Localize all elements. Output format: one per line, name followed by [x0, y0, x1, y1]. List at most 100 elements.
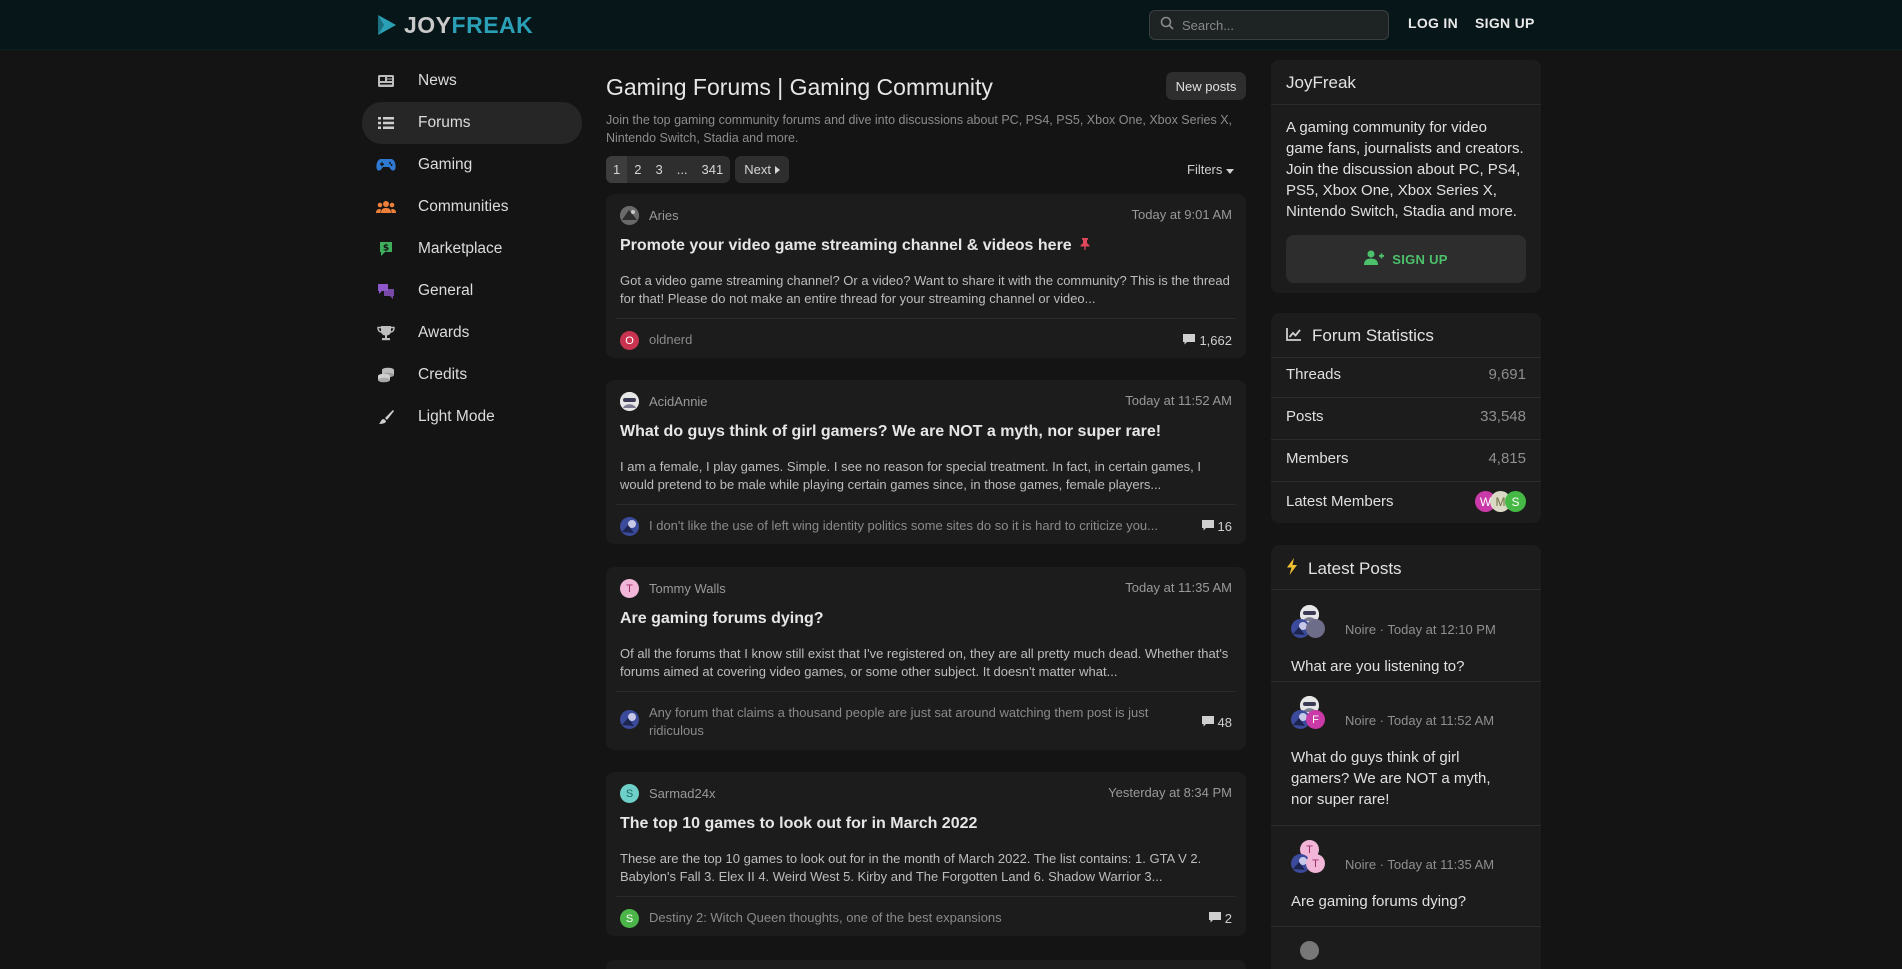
latest-post-meta[interactable]: Noire · Today at 12:10 PM — [1345, 622, 1496, 637]
latest-post-avatars: F — [1291, 696, 1327, 732]
new-posts-button[interactable]: New posts — [1166, 72, 1246, 100]
thread-snippet: Got a video game streaming channel? Or a… — [620, 273, 1230, 306]
reply-count: 16 — [1217, 519, 1232, 534]
thread-author[interactable]: Aries — [649, 208, 679, 223]
thread-time[interactable]: Today at 11:52 AM — [1125, 393, 1232, 408]
thread-item[interactable]: AcidAnnie Today at 11:52 AM What do guys… — [606, 380, 1246, 544]
latest-members-avatars: W M S — [1475, 491, 1526, 512]
filters-dropdown[interactable]: Filters — [1187, 162, 1235, 177]
avatar[interactable] — [620, 392, 639, 411]
avatar[interactable] — [620, 710, 639, 729]
login-link[interactable]: LOG IN — [1408, 15, 1458, 31]
thread-time[interactable]: Yesterday at 8:34 PM — [1108, 785, 1232, 800]
latest-post-title[interactable]: What are you listening to? — [1291, 656, 1516, 677]
latest-post-title[interactable]: What do guys think of girl gamers? We ar… — [1291, 747, 1516, 810]
user-plus-icon — [1364, 250, 1385, 268]
thread-time[interactable]: Today at 9:01 AM — [1132, 207, 1232, 222]
divider — [616, 504, 1236, 505]
avatar[interactable]: S — [1505, 491, 1526, 512]
thread-title[interactable]: What do guys think of girl gamers? We ar… — [620, 423, 1161, 441]
comment-icon — [1208, 911, 1221, 926]
top-bar: JOYFREAK LOG IN SIGN UP — [0, 0, 1902, 50]
thread-time[interactable]: Today at 11:35 AM — [1125, 580, 1232, 595]
sidebar-item-label: Credits — [418, 366, 468, 383]
sidebar-item-gaming[interactable]: Gaming — [362, 144, 582, 186]
sidebar-item-news[interactable]: News — [362, 60, 582, 102]
caret-right-icon — [774, 162, 780, 177]
thread-item[interactable]: S Sarmad24x Yesterday at 8:34 PM The top… — [606, 772, 1246, 936]
divider — [616, 896, 1236, 897]
thread-author[interactable]: AcidAnnie — [649, 394, 708, 409]
sidebar-item-communities[interactable]: Communities — [362, 186, 582, 228]
thread-item[interactable]: Aries Today at 9:01 AM Promote your vide… — [606, 194, 1246, 358]
thread-title[interactable]: Promote your video game streaming channe… — [620, 237, 1072, 255]
thread-title[interactable]: The top 10 games to look out for in Marc… — [620, 815, 977, 833]
next-label: Next — [744, 162, 771, 177]
avatar[interactable]: O — [620, 331, 639, 350]
avatar[interactable] — [620, 517, 639, 536]
latest-post-meta[interactable]: Noire · Today at 11:52 AM — [1345, 713, 1494, 728]
thread-author[interactable]: Sarmad24x — [649, 786, 715, 801]
sidebar-item-forums[interactable]: Forums — [362, 102, 582, 144]
reply-count: 2 — [1224, 911, 1232, 926]
avatar[interactable]: S — [620, 784, 639, 803]
avatar[interactable] — [1300, 941, 1319, 960]
sidebar-item-marketplace[interactable]: $ Marketplace — [362, 228, 582, 270]
sidebar-item-label: Gaming — [418, 156, 473, 173]
next-page-button[interactable]: Next — [735, 156, 789, 183]
thread-title[interactable]: Are gaming forums dying? — [620, 610, 824, 628]
avatar[interactable]: T — [620, 579, 639, 598]
sidebar-item-credits[interactable]: Credits — [362, 354, 582, 396]
page-description: Join the top gaming community forums and… — [606, 113, 1233, 145]
sidebar-item-general[interactable]: General — [362, 270, 582, 312]
last-post-text[interactable]: oldnerd — [649, 331, 1169, 349]
latest-post-avatars: T T — [1291, 840, 1327, 876]
sidebar-item-label: Communities — [418, 198, 509, 215]
thread-item[interactable] — [606, 960, 1246, 969]
latest-post-meta[interactable]: Noire · Today at 11:35 AM — [1345, 857, 1494, 872]
avatar[interactable]: S — [620, 909, 639, 928]
stat-label: Latest Members — [1286, 493, 1394, 510]
divider — [1271, 439, 1541, 440]
latest-post-title[interactable]: Are gaming forums dying? — [1291, 891, 1516, 912]
last-post-text[interactable]: Any forum that claims a thousand people … — [649, 704, 1169, 740]
comment-icon — [1201, 715, 1214, 730]
caret-down-icon — [1226, 162, 1235, 177]
divider — [1271, 104, 1541, 105]
signup-link[interactable]: SIGN UP — [1475, 15, 1535, 31]
stat-value: 33,548 — [1480, 408, 1526, 425]
coins-icon — [376, 365, 396, 385]
stat-label: Threads — [1286, 366, 1342, 383]
sidebar-item-label: Light Mode — [418, 408, 495, 425]
page-link-3[interactable]: 3 — [648, 156, 669, 183]
logo[interactable]: JOYFREAK — [376, 10, 533, 40]
page-link-1[interactable]: 1 — [606, 156, 628, 183]
divider — [1271, 589, 1541, 590]
last-post-text[interactable]: Destiny 2: Witch Queen thoughts, one of … — [649, 909, 1169, 927]
comment-icon — [1201, 519, 1214, 534]
thread-author[interactable]: Tommy Walls — [649, 581, 726, 596]
sidebar-item-label: Awards — [418, 324, 470, 341]
sidebar-signup-button[interactable]: SIGN UP — [1286, 235, 1526, 283]
thread-snippet: I am a female, I play games. Simple. I s… — [620, 459, 1201, 492]
divider — [616, 318, 1236, 319]
bolt-icon — [1286, 558, 1298, 580]
thread-item[interactable]: T Tommy Walls Today at 11:35 AM Are gami… — [606, 567, 1246, 750]
search-box[interactable] — [1149, 10, 1389, 40]
divider — [1271, 357, 1541, 358]
stat-value: 4,815 — [1488, 450, 1526, 467]
sidebar-item-label: General — [418, 282, 474, 299]
page-link-2[interactable]: 2 — [627, 156, 648, 183]
sidebar-item-awards[interactable]: Awards — [362, 312, 582, 354]
sidebar-item-light-mode[interactable]: Light Mode — [362, 396, 582, 438]
avatar[interactable] — [1306, 619, 1325, 638]
last-post-text[interactable]: I don't like the use of left wing identi… — [649, 517, 1169, 535]
chart-line-icon — [1286, 326, 1302, 346]
page-link-last[interactable]: 341 — [695, 156, 731, 183]
avatar[interactable]: T — [1306, 854, 1325, 873]
search-input[interactable] — [1182, 17, 1372, 33]
sidebar-item-label: Forums — [418, 114, 471, 131]
avatar[interactable]: F — [1306, 710, 1325, 729]
page-ellipsis[interactable]: ... — [670, 156, 695, 183]
avatar[interactable] — [620, 206, 639, 225]
